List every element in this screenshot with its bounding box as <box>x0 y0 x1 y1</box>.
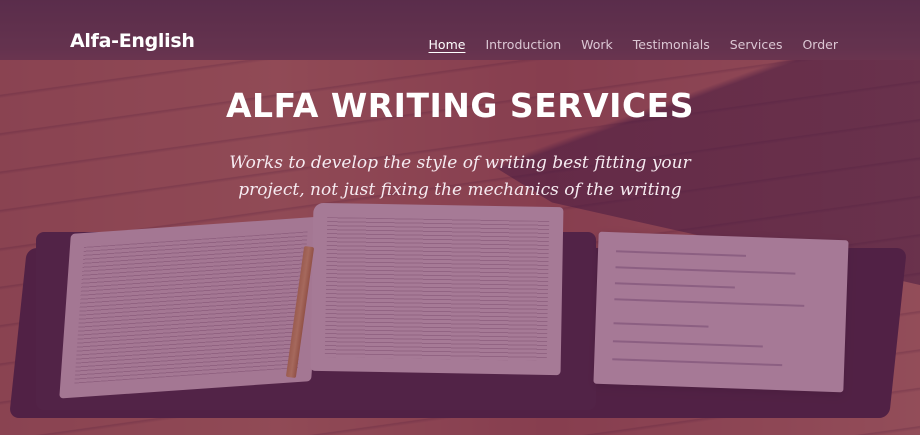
nav-item-work[interactable]: Work <box>581 37 613 52</box>
nav-item-introduction[interactable]: Introduction <box>485 37 561 52</box>
nav-item-order[interactable]: Order <box>802 37 838 52</box>
brand-logo[interactable]: Alfa-English <box>70 30 195 52</box>
hero-subtitle: Works to develop the style of writing be… <box>229 153 691 200</box>
main-nav: Home Introduction Work Testimonials Serv… <box>429 37 838 52</box>
nav-item-testimonials[interactable]: Testimonials <box>633 37 710 52</box>
hero-section: Alfa-English Home Introduction Work Test… <box>0 0 920 435</box>
hero-title: ALFA WRITING SERVICES <box>226 86 694 125</box>
nav-item-home[interactable]: Home <box>429 37 466 52</box>
site-header: Alfa-English Home Introduction Work Test… <box>0 0 920 90</box>
nav-item-services[interactable]: Services <box>730 37 783 52</box>
